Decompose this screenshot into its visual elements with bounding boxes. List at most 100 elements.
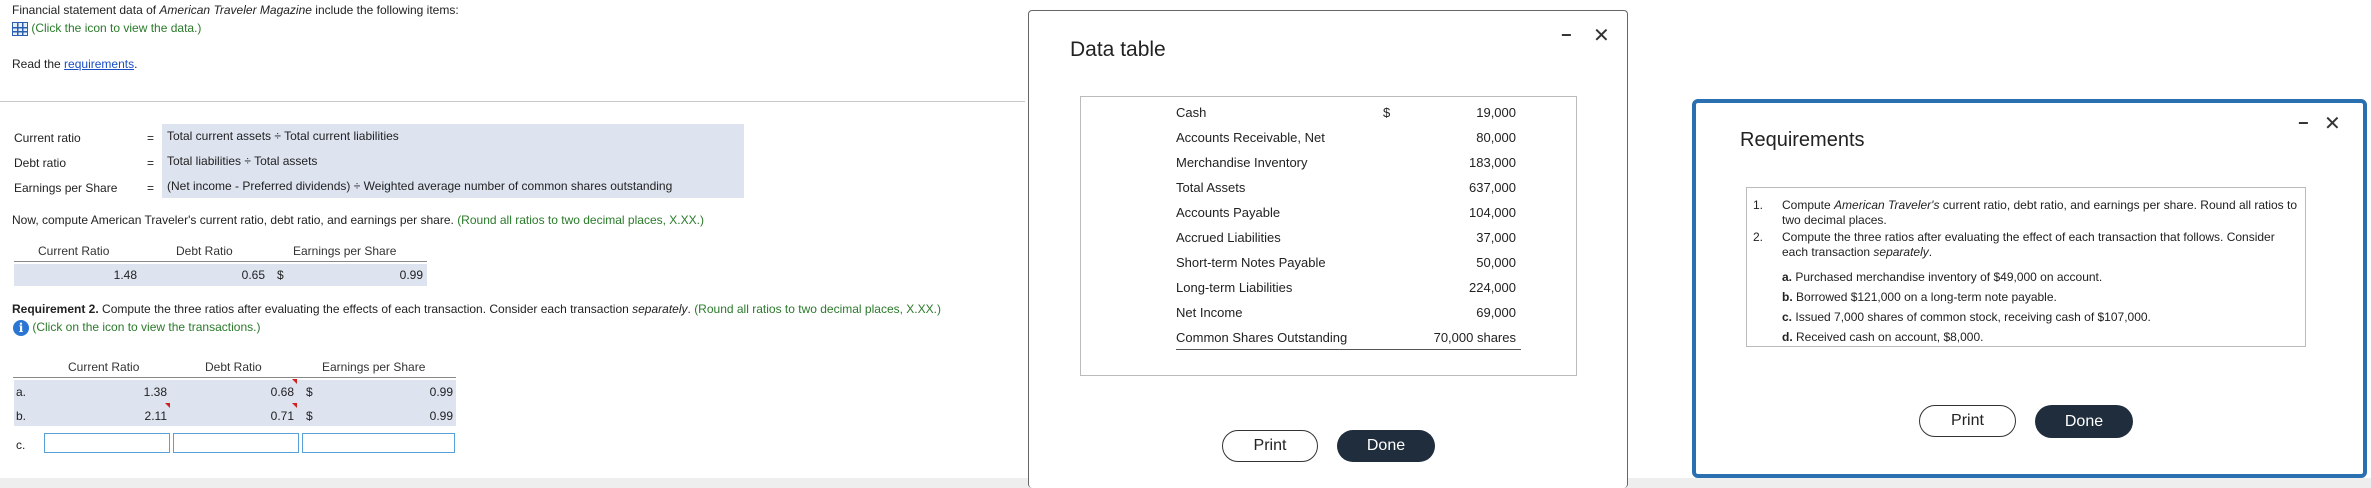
info-icon[interactable]: i bbox=[13, 320, 29, 336]
intro-text-post: include the following items: bbox=[311, 3, 459, 17]
print-button[interactable]: Print bbox=[1222, 430, 1318, 462]
incorrect-mark bbox=[292, 403, 297, 408]
dialog-title: Data table bbox=[1070, 38, 1166, 61]
req1-debt-value: 0.65 bbox=[241, 268, 265, 282]
row-label: Short-term Notes Payable bbox=[1176, 255, 1326, 270]
formula-eps: (Net income - Preferred dividends) ÷ Wei… bbox=[167, 179, 673, 193]
print-button[interactable]: Print bbox=[1919, 405, 2016, 437]
req-item-2-text-post: . bbox=[1928, 245, 1933, 259]
sub-text: Issued 7,000 shares of common stock, rec… bbox=[1795, 310, 2151, 324]
row-value: 183,000 bbox=[1469, 155, 1516, 170]
data-table-row: Long-term Liabilities 224,000 bbox=[1081, 280, 1576, 302]
row-a-current: 1.38 bbox=[143, 385, 167, 399]
minimize-icon[interactable]: − bbox=[2298, 113, 2309, 134]
req1-eps-value: 0.99 bbox=[399, 268, 423, 282]
row-dollar: $ bbox=[1383, 105, 1391, 120]
data-link[interactable]: (Click the icon to view the data.) bbox=[31, 21, 201, 35]
row-a-eps: 0.99 bbox=[429, 385, 453, 399]
row-label: Cash bbox=[1176, 105, 1207, 120]
company-name: American Traveler Magazine bbox=[159, 3, 312, 17]
minimize-icon[interactable]: − bbox=[1561, 25, 1572, 46]
row-b-dollar: $ bbox=[306, 409, 313, 423]
data-table-row: Cash $19,000 bbox=[1081, 105, 1576, 127]
req-item-2-italic: separately bbox=[1873, 245, 1929, 259]
row-label: Accounts Receivable, Net bbox=[1176, 130, 1325, 145]
formula-name-debt: Debt ratio bbox=[14, 156, 67, 170]
row-label: Long-term Liabilities bbox=[1176, 280, 1293, 295]
formula-eq: = bbox=[147, 181, 155, 195]
read-text: Read the bbox=[12, 57, 65, 71]
row-label: Total Assets bbox=[1176, 180, 1246, 195]
read-requirements-line: Read the requirements. bbox=[12, 57, 137, 71]
formula-name-eps: Earnings per Share bbox=[14, 181, 118, 195]
req2-header-debt: Debt Ratio bbox=[205, 360, 262, 374]
data-link-row[interactable]: (Click the icon to view the data.) bbox=[12, 21, 201, 36]
row-b-eps: 0.99 bbox=[429, 409, 453, 423]
data-table-row: Common Shares Outstanding 70,000 shares bbox=[1081, 330, 1576, 352]
req-sub-d: d. Received cash on account, $8,000. bbox=[1782, 330, 1983, 344]
req1-text: Now, compute American Traveler's current… bbox=[12, 213, 454, 227]
req-item-1-num: 1. bbox=[1753, 198, 1764, 212]
sub-letter: b. bbox=[1782, 290, 1793, 304]
row-value: 70,000 shares bbox=[1433, 330, 1516, 345]
sub-text: Purchased merchandise inventory of $49,0… bbox=[1795, 270, 2103, 284]
read-period: . bbox=[134, 57, 138, 71]
req-sub-b: b. Borrowed $121,000 on a long-term note… bbox=[1782, 290, 2057, 304]
req2-hint: (Round all ratios to two decimal places,… bbox=[694, 302, 941, 316]
sub-letter: a. bbox=[1782, 270, 1793, 284]
req1-header-debt: Debt Ratio bbox=[176, 244, 233, 258]
close-icon[interactable]: ✕ bbox=[2324, 111, 2341, 136]
data-table-row: Net Income 69,000 bbox=[1081, 305, 1576, 327]
req-item-2-num: 2. bbox=[1753, 230, 1764, 244]
data-table-row: Total Assets 637,000 bbox=[1081, 180, 1576, 202]
req2-text: Compute the three ratios after evaluatin… bbox=[98, 302, 633, 316]
row-value: 80,000 bbox=[1476, 130, 1516, 145]
row-label: Common Shares Outstanding bbox=[1176, 330, 1348, 345]
total-rule bbox=[1176, 349, 1521, 350]
row-c-debt-input[interactable] bbox=[173, 433, 299, 453]
req1-header-eps: Earnings per Share bbox=[293, 244, 397, 258]
intro-text: Financial statement data of bbox=[12, 3, 160, 17]
row-value: 19,000 bbox=[1476, 105, 1516, 120]
sub-letter: d. bbox=[1782, 330, 1793, 344]
req2-header-eps: Earnings per Share bbox=[322, 360, 426, 374]
req1-hint: (Round all ratios to two decimal places,… bbox=[457, 213, 704, 227]
requirements-title: Requirements bbox=[1740, 129, 1865, 151]
req2-prompt: Requirement 2. Compute the three ratios … bbox=[12, 302, 941, 316]
requirements-link[interactable]: requirements bbox=[64, 57, 134, 71]
intro-line: Financial statement data of American Tra… bbox=[12, 3, 459, 17]
req-item-1: Compute American Traveler's current rati… bbox=[1782, 198, 2297, 228]
done-button[interactable]: Done bbox=[2035, 405, 2133, 438]
req-item-2-text: Compute the three ratios after evaluatin… bbox=[1782, 230, 2275, 259]
requirements-box: 1. Compute American Traveler's current r… bbox=[1746, 187, 2306, 347]
row-value: 224,000 bbox=[1469, 280, 1516, 295]
row-value: 104,000 bbox=[1469, 205, 1516, 220]
formula-eq: = bbox=[147, 131, 155, 145]
data-table-icon[interactable] bbox=[12, 21, 28, 36]
transactions-link[interactable]: (Click on the icon to view the transacti… bbox=[32, 320, 260, 334]
req-item-2: Compute the three ratios after evaluatin… bbox=[1782, 230, 2287, 260]
req2-italic: separately bbox=[632, 302, 688, 316]
section-divider bbox=[0, 101, 1025, 102]
req2-text-post: . bbox=[687, 302, 691, 316]
row-label: Net Income bbox=[1176, 305, 1243, 320]
req2-header-rule bbox=[13, 377, 456, 378]
done-button[interactable]: Done bbox=[1337, 430, 1435, 462]
row-c-current-input[interactable] bbox=[44, 433, 170, 453]
data-table-row: Accounts Payable 104,000 bbox=[1081, 205, 1576, 227]
transactions-link-row[interactable]: i (Click on the icon to view the transac… bbox=[13, 320, 260, 336]
data-table-row: Accrued Liabilities 37,000 bbox=[1081, 230, 1576, 252]
row-b-debt: 0.71 bbox=[270, 409, 294, 423]
data-table-dialog: Data table − ✕ Cash $19,000 Accounts Recei… bbox=[1028, 10, 1628, 488]
sub-letter: c. bbox=[1782, 310, 1793, 324]
req-item-1-text: Compute bbox=[1782, 198, 1835, 212]
data-table-row: Accounts Receivable, Net 80,000 bbox=[1081, 130, 1576, 152]
sub-text: Borrowed $121,000 on a long-term note pa… bbox=[1796, 290, 2057, 304]
row-c-eps-input[interactable] bbox=[302, 433, 455, 453]
row-b-current: 2.11 bbox=[144, 409, 167, 423]
formula-eq: = bbox=[147, 156, 155, 170]
req1-prompt: Now, compute American Traveler's current… bbox=[12, 213, 704, 227]
incorrect-mark bbox=[165, 403, 170, 408]
close-icon[interactable]: ✕ bbox=[1593, 23, 1610, 48]
row-label: Accrued Liabilities bbox=[1176, 230, 1281, 245]
